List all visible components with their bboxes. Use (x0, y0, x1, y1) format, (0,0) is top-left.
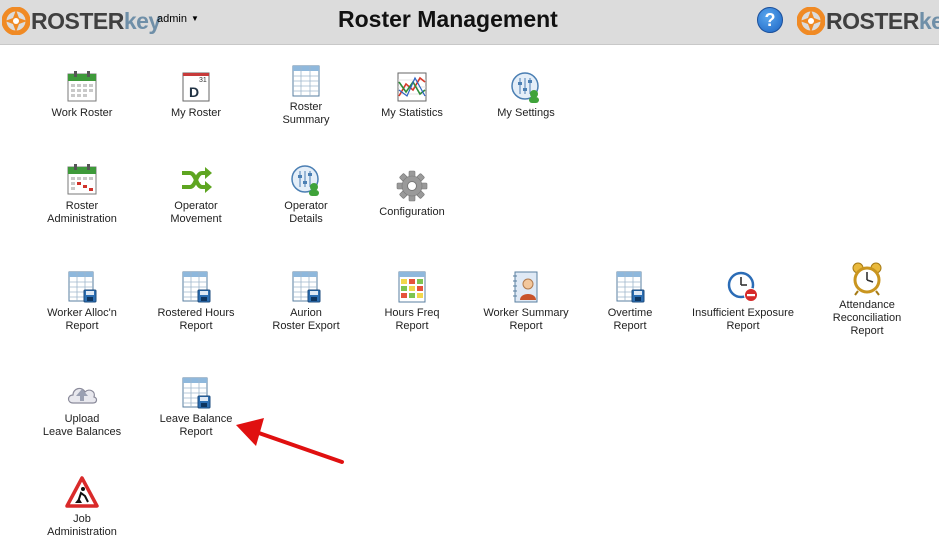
red-annotation-arrow-icon (236, 418, 344, 464)
